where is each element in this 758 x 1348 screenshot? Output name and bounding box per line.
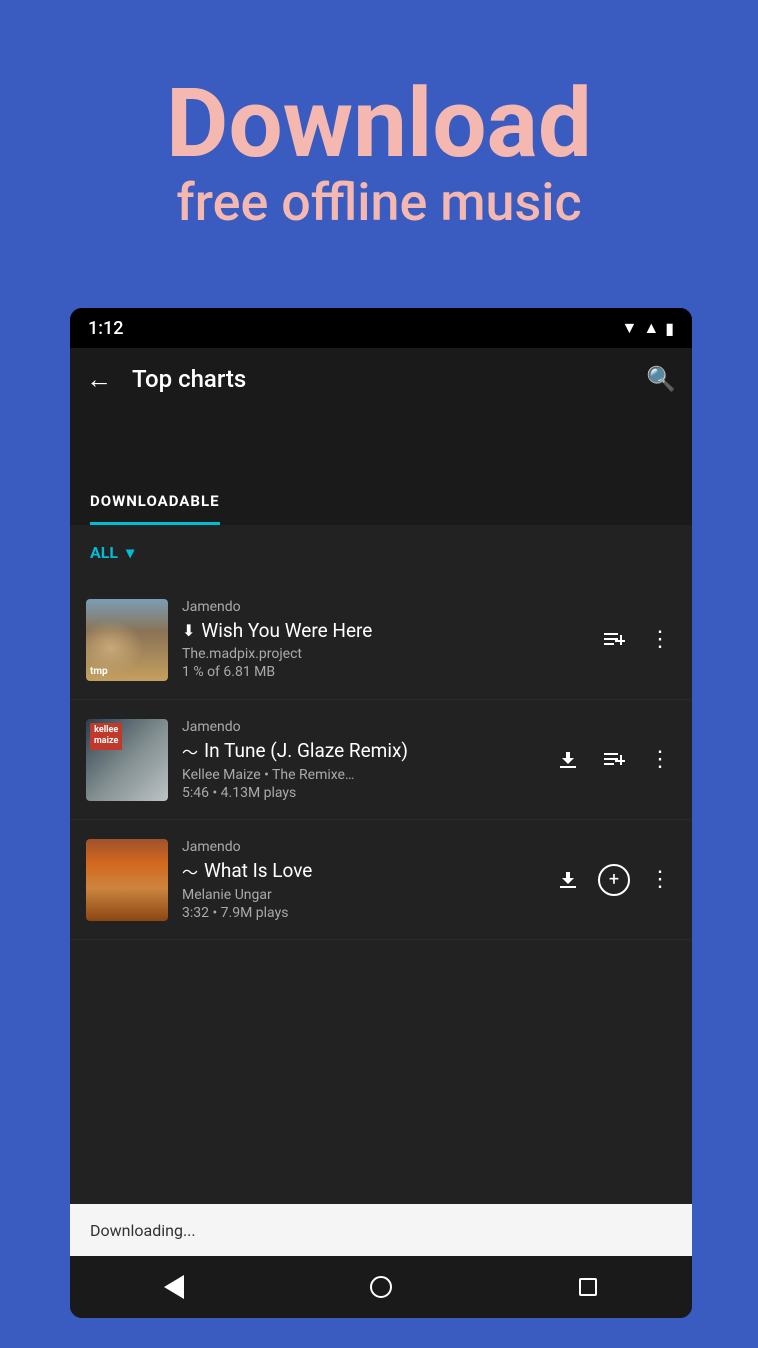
track-item-3: Jamendo 〜 What Is Love Melanie Ungar 3:3…	[70, 820, 692, 940]
add-to-queue-button-1[interactable]	[598, 624, 630, 656]
track-info-1: Jamendo ⬇ Wish You Were Here The.madpix.…	[182, 599, 598, 680]
track-artist-3: Melanie Ungar	[182, 887, 552, 903]
track-info-2: Jamendo 〜 In Tune (J. Glaze Remix) Kelle…	[182, 719, 552, 801]
track-title-1[interactable]: Wish You Were Here	[201, 619, 372, 642]
phone-frame: 1:12 ▼ ▲ ▮ ← Top charts 🔍 DOWNLOADABLE A…	[70, 308, 692, 1318]
track-source-3: Jamendo	[182, 839, 552, 855]
chevron-down-icon: ▾	[126, 543, 134, 562]
track-info-3: Jamendo 〜 What Is Love Melanie Ungar 3:3…	[182, 839, 552, 921]
track-title-3[interactable]: What Is Love	[204, 859, 312, 882]
more-options-button-2[interactable]: ⋮	[644, 744, 676, 776]
track-meta-3: 3:32 • 7.9M plays	[182, 905, 552, 921]
track-meta-1: 1 % of 6.81 MB	[182, 664, 598, 680]
filter-button[interactable]: ALL ▾	[90, 543, 134, 562]
tab-downloadable[interactable]: DOWNLOADABLE	[90, 491, 220, 525]
back-button[interactable]: ←	[86, 364, 112, 395]
more-options-button-1[interactable]: ⋮	[644, 624, 676, 656]
search-button[interactable]: 🔍	[646, 365, 676, 393]
status-time: 1:12	[88, 318, 123, 339]
track-artist-2: Kellee Maize • The Remixe…	[182, 767, 552, 783]
more-options-button-3[interactable]: ⋮	[644, 864, 676, 896]
battery-icon: ▮	[665, 319, 674, 338]
track-thumbnail-2: kelleemaize	[86, 719, 168, 801]
track-list: Jamendo ⬇ Wish You Were Here The.madpix.…	[70, 580, 692, 1204]
nav-recents-button[interactable]	[563, 1262, 613, 1312]
track-title-row-1: ⬇ Wish You Were Here	[182, 619, 598, 642]
nav-home-icon	[370, 1276, 392, 1298]
download-icon: ⬇	[182, 621, 195, 640]
nav-back-button[interactable]	[149, 1262, 199, 1312]
track-actions-2: ⋮	[552, 744, 676, 776]
wifi-icon: ▼	[622, 318, 638, 338]
add-button-3[interactable]: +	[598, 864, 630, 896]
thumb-image-2: kelleemaize	[86, 719, 168, 801]
page-title: Top charts	[132, 365, 646, 393]
track-item-2: kelleemaize Jamendo 〜 In Tune (J. Glaze …	[70, 700, 692, 820]
track-thumbnail-1	[86, 599, 168, 681]
tab-downloadable-label: DOWNLOADABLE	[90, 492, 220, 510]
downloading-text: Downloading...	[90, 1221, 196, 1240]
hero-title: Download	[166, 76, 592, 172]
thumb-badge-2: kelleemaize	[90, 723, 122, 750]
nav-back-icon	[164, 1275, 184, 1299]
track-thumbnail-3	[86, 839, 168, 921]
downloading-bar: Downloading...	[70, 1204, 692, 1256]
stream-icon-3: 〜	[182, 859, 198, 883]
status-bar: 1:12 ▼ ▲ ▮	[70, 308, 692, 348]
filter-bar: ALL ▾	[70, 525, 692, 580]
signal-icon: ▲	[643, 318, 659, 338]
thumb-image-3	[86, 839, 168, 921]
add-to-queue-button-2[interactable]	[598, 744, 630, 776]
tab-bar: DOWNLOADABLE	[70, 470, 692, 525]
hero-subtitle: free offline music	[176, 172, 581, 234]
track-item-1: Jamendo ⬇ Wish You Were Here The.madpix.…	[70, 580, 692, 700]
track-actions-1: ⋮	[598, 624, 676, 656]
hero-section: Download free offline music	[0, 0, 758, 310]
track-source-1: Jamendo	[182, 599, 598, 615]
track-title-row-3: 〜 What Is Love	[182, 859, 552, 883]
nav-home-button[interactable]	[356, 1262, 406, 1312]
spacer	[70, 410, 692, 470]
thumb-image-1	[86, 599, 168, 681]
nav-recents-icon	[579, 1278, 597, 1296]
track-artist-1: The.madpix.project	[182, 646, 598, 662]
track-title-row-2: 〜 In Tune (J. Glaze Remix)	[182, 739, 552, 763]
track-meta-2: 5:46 • 4.13M plays	[182, 785, 552, 801]
nav-bar	[70, 1256, 692, 1318]
track-actions-3: + ⋮	[552, 864, 676, 896]
stream-icon-2: 〜	[182, 739, 198, 763]
status-icons: ▼ ▲ ▮	[622, 318, 675, 338]
top-bar: ← Top charts 🔍	[70, 348, 692, 410]
filter-label: ALL	[90, 543, 118, 562]
download-button-3[interactable]	[552, 864, 584, 896]
track-source-2: Jamendo	[182, 719, 552, 735]
track-title-2[interactable]: In Tune (J. Glaze Remix)	[204, 739, 408, 762]
download-button-2[interactable]	[552, 744, 584, 776]
